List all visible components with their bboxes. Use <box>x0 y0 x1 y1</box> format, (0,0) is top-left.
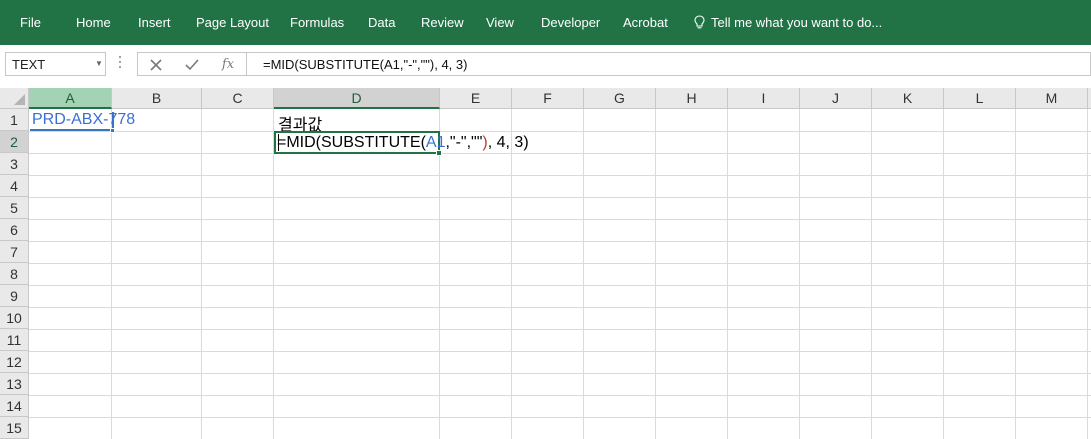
column-header-k[interactable]: K <box>872 88 944 109</box>
tab-file[interactable]: File <box>20 0 41 45</box>
formula-text: =MID(SUBSTITUTE(A1,"-",""), 4, 3) <box>263 57 468 72</box>
tab-view[interactable]: View <box>486 0 514 45</box>
formula-part: =MID(SUBSTITUTE( <box>277 134 426 151</box>
text-cursor <box>278 134 279 151</box>
worksheet-grid[interactable]: A B C D E F G H I J K L M 1 2 3 4 5 6 7 … <box>0 88 1091 439</box>
column-header-d[interactable]: D <box>274 88 440 109</box>
tab-formulas[interactable]: Formulas <box>290 0 344 45</box>
gridline <box>29 285 1091 286</box>
gridline <box>29 307 1091 308</box>
chevron-down-icon[interactable]: ▼ <box>95 56 103 72</box>
gridline <box>655 109 656 439</box>
tell-me-label: Tell me what you want to do... <box>711 15 883 30</box>
row-header-4[interactable]: 4 <box>0 175 29 197</box>
row-header-11[interactable]: 11 <box>0 329 29 351</box>
gridline <box>1087 109 1088 439</box>
gridline <box>943 109 944 439</box>
gridline <box>799 109 800 439</box>
cancel-icon[interactable] <box>143 55 169 75</box>
column-header-c[interactable]: C <box>202 88 274 109</box>
gridline <box>439 109 440 439</box>
gridline <box>1015 109 1016 439</box>
row-header-7[interactable]: 7 <box>0 241 29 263</box>
gridline <box>29 175 1091 176</box>
cell-d2-formula[interactable]: =MID(SUBSTITUTE(A1,"-",""), 4, 3) <box>277 134 529 152</box>
gridline <box>727 109 728 439</box>
name-box-value: TEXT <box>12 57 46 72</box>
gridline <box>29 153 1091 154</box>
column-header-m[interactable]: M <box>1016 88 1088 109</box>
gridline <box>29 417 1091 418</box>
gridline <box>29 351 1091 352</box>
gridline <box>29 373 1091 374</box>
formula-ref-a1: A1 <box>425 134 446 151</box>
column-header-f[interactable]: F <box>512 88 584 109</box>
row-header-10[interactable]: 10 <box>0 307 29 329</box>
row-header-3[interactable]: 3 <box>0 153 29 175</box>
column-header-b[interactable]: B <box>112 88 202 109</box>
tab-page-layout[interactable]: Page Layout <box>196 0 269 45</box>
gridline <box>583 109 584 439</box>
gridline <box>29 263 1091 264</box>
row-header-1[interactable]: 1 <box>0 109 29 131</box>
gridline <box>29 241 1091 242</box>
cell-a1[interactable]: PRD-ABX-778 <box>32 111 135 129</box>
formula-input[interactable]: =MID(SUBSTITUTE(A1,"-",""), 4, 3) <box>246 52 1091 76</box>
row-header-6[interactable]: 6 <box>0 219 29 241</box>
column-header-h[interactable]: H <box>656 88 728 109</box>
column-header-j[interactable]: J <box>800 88 872 109</box>
formula-part: ,"-","" <box>445 134 483 151</box>
insert-function-icon[interactable]: fx <box>215 55 241 75</box>
column-header-g[interactable]: G <box>584 88 656 109</box>
row-header-15[interactable]: 15 <box>0 417 29 439</box>
lightbulb-icon <box>694 15 705 29</box>
gridline <box>29 131 1091 132</box>
row-header-12[interactable]: 12 <box>0 351 29 373</box>
formula-bar-grip-icon[interactable] <box>118 56 122 72</box>
row-header-13[interactable]: 13 <box>0 373 29 395</box>
ribbon-tab-bar: File Home Insert Page Layout Formulas Da… <box>0 0 1091 45</box>
formula-buttons: fx <box>137 52 246 76</box>
tab-data[interactable]: Data <box>368 0 395 45</box>
gridline <box>29 395 1091 396</box>
tab-developer[interactable]: Developer <box>541 0 600 45</box>
gridline <box>511 109 512 439</box>
row-header-5[interactable]: 5 <box>0 197 29 219</box>
formula-part: , 4, 3) <box>487 134 529 151</box>
gridline <box>29 329 1091 330</box>
tab-acrobat[interactable]: Acrobat <box>623 0 668 45</box>
gridline <box>273 109 274 439</box>
gridline <box>871 109 872 439</box>
tab-review[interactable]: Review <box>421 0 464 45</box>
row-header-9[interactable]: 9 <box>0 285 29 307</box>
select-all-button[interactable] <box>0 88 29 109</box>
column-header-a[interactable]: A <box>29 88 112 109</box>
gridline <box>29 197 1091 198</box>
name-box[interactable]: TEXT ▼ <box>5 52 106 76</box>
row-header-8[interactable]: 8 <box>0 263 29 285</box>
column-header-e[interactable]: E <box>440 88 512 109</box>
row-header-2[interactable]: 2 <box>0 131 29 153</box>
tab-home[interactable]: Home <box>76 0 111 45</box>
gridline <box>111 109 112 439</box>
column-header-l[interactable]: L <box>944 88 1016 109</box>
formula-bar: TEXT ▼ fx =MID(SUBSTITUTE(A1,"-",""), 4,… <box>0 45 1091 88</box>
gridline <box>201 109 202 439</box>
tab-insert[interactable]: Insert <box>138 0 171 45</box>
column-header-i[interactable]: I <box>728 88 800 109</box>
row-header-14[interactable]: 14 <box>0 395 29 417</box>
gridline <box>29 219 1091 220</box>
enter-check-icon[interactable] <box>179 55 205 75</box>
